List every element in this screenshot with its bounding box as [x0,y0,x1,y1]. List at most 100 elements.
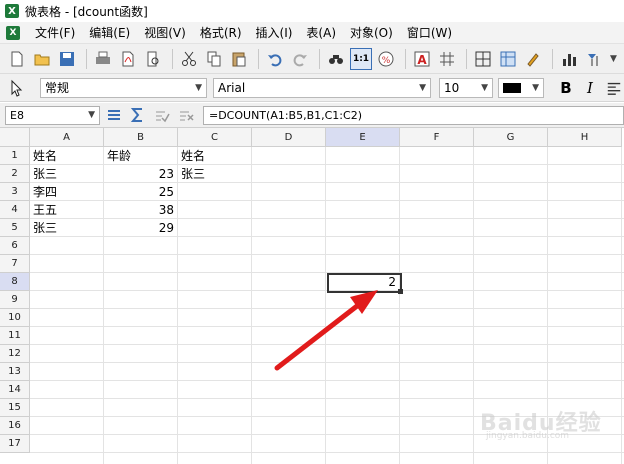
row-header-1[interactable]: 1 [0,147,30,165]
row-header-7[interactable]: 7 [0,255,30,273]
align-left-icon[interactable] [604,78,624,98]
percent-icon[interactable]: % [375,48,397,70]
format-toolbar: 常规 ▼ Arial ▼ 10 ▼ ▼ B I [0,74,624,102]
column-header-c[interactable]: C [178,128,252,147]
cell-a4[interactable]: 王五 [30,201,103,219]
save-icon[interactable] [56,48,78,70]
column-header-e[interactable]: E [326,128,400,147]
font-size-value: 10 [444,80,460,95]
row-header-9[interactable]: 9 [0,291,30,309]
pdf-icon[interactable] [117,48,139,70]
select-all-corner[interactable] [0,128,30,147]
grid-line [30,362,624,363]
borders-icon[interactable] [472,48,494,70]
app-icon: X [5,4,19,18]
grid-line [30,398,624,399]
row-header-4[interactable]: 4 [0,201,30,219]
cell-b1[interactable]: 年龄 [104,147,177,165]
font-color-select[interactable]: ▼ [498,77,544,98]
cell-a5[interactable]: 张三 [30,219,103,237]
cancel-icon[interactable] [176,106,196,124]
row-header-10[interactable]: 10 [0,309,30,327]
function-list-icon[interactable] [104,106,124,124]
menu-insert[interactable]: 插入(I) [249,24,300,41]
row-header-13[interactable]: 13 [0,363,30,381]
grid-icon[interactable] [436,48,458,70]
row-header-5[interactable]: 5 [0,219,30,237]
row-header-16[interactable]: 16 [0,417,30,435]
undo-icon[interactable] [264,48,286,70]
formula-bar: E8 ▼ =DCOUNT(A1:B5,B1,C1:C2) [0,103,624,128]
print-preview-icon[interactable] [142,48,164,70]
row-header-3[interactable]: 3 [0,183,30,201]
row-header-17[interactable]: 17 [0,435,30,453]
cell-a1[interactable]: 姓名 [30,147,103,165]
document-icon[interactable]: X [6,25,20,40]
table-icon[interactable] [497,48,519,70]
style-value: 常规 [45,81,70,95]
format-paint-icon[interactable] [522,48,544,70]
cell-b2[interactable]: 23 [104,165,177,183]
row-header-8[interactable]: 8 [0,273,30,291]
row-header-14[interactable]: 14 [0,381,30,399]
column-header-h[interactable]: H [548,128,622,147]
row-header-12[interactable]: 12 [0,345,30,363]
separator [405,48,406,69]
fill-handle[interactable] [398,289,403,294]
sum-icon[interactable] [128,106,148,124]
row-header-15[interactable]: 15 [0,399,30,417]
chevron-down-icon: ▼ [481,82,488,93]
column-header-a[interactable]: A [30,128,104,147]
menu-file[interactable]: 文件(F) [28,24,82,41]
row-header-2[interactable]: 2 [0,165,30,183]
grid-line [30,344,624,345]
cell-a2[interactable]: 张三 [30,165,103,183]
font-select[interactable]: Arial ▼ [213,77,431,98]
text-color-icon[interactable]: A [411,48,433,70]
column-chart-icon[interactable] [558,48,580,70]
new-icon[interactable] [6,48,28,70]
paste-icon[interactable] [228,48,250,70]
print-icon[interactable] [92,48,114,70]
find-icon[interactable] [325,48,347,70]
bold-button[interactable]: B [556,78,576,98]
separator [552,48,553,69]
column-header-f[interactable]: F [400,128,474,147]
cell-c2[interactable]: 张三 [178,165,251,183]
column-header-b[interactable]: B [104,128,178,147]
row-header-11[interactable]: 11 [0,327,30,345]
font-size-select[interactable]: 10 ▼ [439,77,493,98]
name-box[interactable]: E8 ▼ [5,105,100,125]
formula-input[interactable]: =DCOUNT(A1:B5,B1,C1:C2) [203,106,624,125]
select-pointer-icon[interactable] [6,77,28,99]
zoom-1to1-icon[interactable]: 1:1 [350,47,372,70]
menu-view[interactable]: 视图(V) [137,24,193,41]
chevron-down-icon[interactable]: ▼ [610,54,617,64]
cell-b4[interactable]: 38 [104,201,177,219]
redo-icon[interactable] [289,48,311,70]
svg-text:%: % [382,56,391,66]
accept-icon[interactable] [152,106,172,124]
menu-format[interactable]: 格式(R) [193,24,249,41]
cut-icon[interactable] [178,48,200,70]
column-header-g[interactable]: G [474,128,548,147]
menu-object[interactable]: 对象(O) [343,24,400,41]
separator [258,48,259,69]
cell-b5[interactable]: 29 [104,219,177,237]
cell-a3[interactable]: 李四 [30,183,103,201]
cell-c1[interactable]: 姓名 [178,147,251,165]
font-value: Arial [218,80,246,95]
cell-b3[interactable]: 25 [104,183,177,201]
sort-icon[interactable] [583,48,605,70]
menu-edit[interactable]: 编辑(E) [82,24,137,41]
italic-button[interactable]: I [580,78,600,98]
open-icon[interactable] [31,48,53,70]
row-header-6[interactable]: 6 [0,237,30,255]
copy-icon[interactable] [203,48,225,70]
separator [319,48,320,69]
window-title: 微表格 - [dcount函数] [25,4,148,19]
menu-window[interactable]: 窗口(W) [400,24,459,41]
menu-table[interactable]: 表(A) [299,24,343,41]
style-select[interactable]: 常规 ▼ [40,77,207,98]
column-header-d[interactable]: D [252,128,326,147]
